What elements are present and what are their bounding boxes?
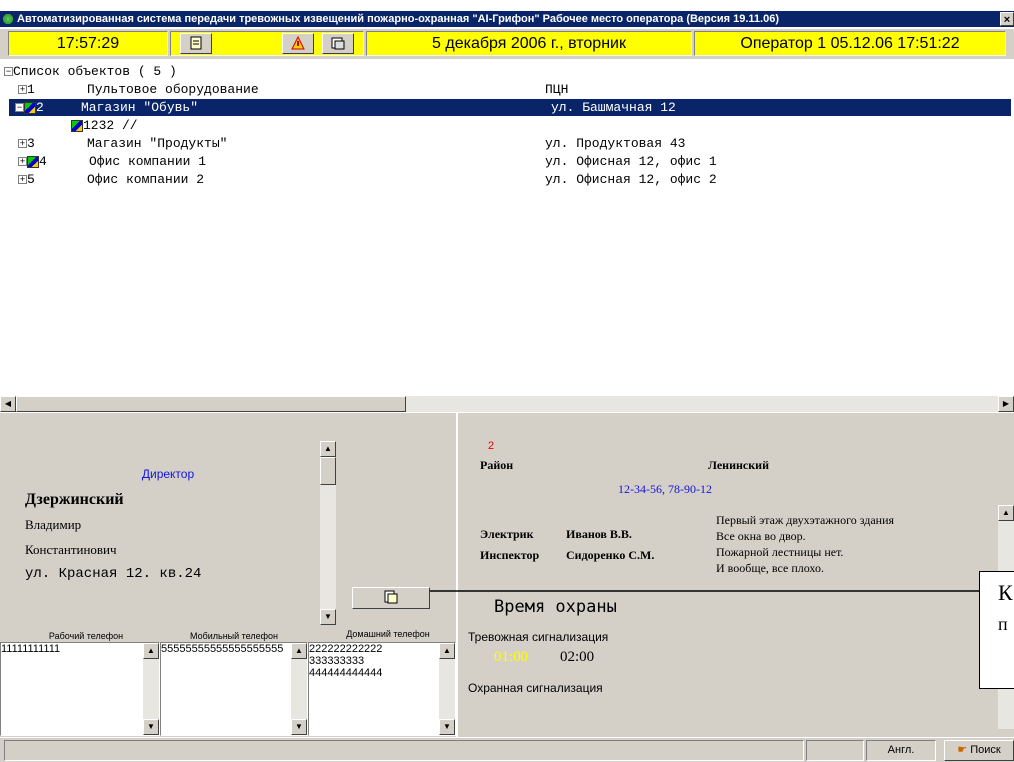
- window-title: Автоматизированная система передачи трев…: [17, 13, 779, 25]
- collapse-icon[interactable]: −: [4, 67, 13, 77]
- scroll-up-icon[interactable]: ▲: [143, 643, 159, 659]
- scrollbar-thumb[interactable]: [16, 396, 406, 412]
- contact-name: Владимир: [25, 517, 82, 532]
- close-button[interactable]: ×: [1000, 12, 1014, 26]
- district-value: Ленинский: [708, 458, 769, 472]
- object-status-icon: [27, 155, 39, 168]
- properties-icon: [331, 37, 345, 50]
- scroll-left-icon[interactable]: ◀: [0, 396, 16, 412]
- notepad-icon: [190, 36, 202, 50]
- clock-display: 17:57:29: [8, 31, 168, 56]
- scroll-down-icon[interactable]: ▼: [320, 609, 336, 625]
- toolbar: 17:57:29 5 декабря 2006 г., вторник Опер…: [0, 29, 1014, 59]
- contact-patronymic: Константинович: [25, 542, 117, 557]
- expand-icon[interactable]: +: [18, 175, 27, 185]
- work-phone-label: Рабочий телефон: [48, 631, 124, 641]
- alarm-label: Тревожная сигнализация: [468, 630, 609, 644]
- contact-address: ул. Красная 12. кв.24: [25, 566, 202, 582]
- object-tree: − Список объектов ( 5 ) +1 Пультовое обору…: [4, 61, 1014, 391]
- tree-row-sub[interactable]: 1232 //: [71, 117, 1014, 134]
- tree-root-label: Список объектов ( 5 ): [13, 64, 177, 79]
- search-icon: ☛: [957, 744, 968, 756]
- expand-icon[interactable]: +: [18, 139, 27, 149]
- electrician-value: Иванов В.В.: [566, 527, 632, 541]
- alert-button[interactable]: [282, 33, 314, 54]
- mobile-phone-label: Мобильный телефон: [189, 631, 279, 641]
- contact-panel: Директор Дзержинский Владимир Константин…: [0, 413, 458, 737]
- contact-vertical-scrollbar[interactable]: ▲ ▼: [320, 441, 336, 625]
- tree-row-1[interactable]: +1 Пультовое оборудование ПЦН: [12, 81, 1014, 98]
- home-phone-scrollbar[interactable]: ▲ ▼: [439, 643, 455, 735]
- details-panel: 2 Район Ленинский 12-34-56, 78-90-12 Эле…: [458, 413, 1014, 737]
- home-phone-label: Домашний телефон: [346, 629, 430, 639]
- callout-box: К п: [979, 571, 1014, 689]
- scroll-down-icon[interactable]: ▼: [439, 719, 455, 735]
- expand-icon[interactable]: +: [18, 85, 27, 95]
- tree-row-5[interactable]: +5 Офис компании 2 ул. Офисная 12, офис 2: [12, 171, 1014, 188]
- alarm-from: 01:00: [494, 649, 529, 665]
- object-number: 2: [488, 440, 495, 452]
- alarm-icon: [291, 35, 305, 50]
- contact-position: Директор: [141, 467, 195, 481]
- contact-surname: Дзержинский: [25, 491, 124, 508]
- scroll-right-icon[interactable]: ▶: [998, 396, 1014, 412]
- scrollbar-thumb[interactable]: [320, 457, 336, 485]
- inspector-label: Инспектор: [480, 548, 540, 562]
- work-phone-scrollbar[interactable]: ▲ ▼: [143, 643, 159, 735]
- card-icon: [384, 590, 398, 604]
- properties-button[interactable]: [322, 33, 354, 54]
- expand-icon[interactable]: +: [18, 157, 27, 167]
- mobile-phone-scrollbar[interactable]: ▲ ▼: [291, 643, 307, 735]
- scroll-up-icon[interactable]: ▲: [291, 643, 307, 659]
- object-notes: Первый этаж двухэтажного здания Все окна…: [716, 513, 895, 575]
- tree-horizontal-scrollbar[interactable]: ◀ ▶: [0, 396, 1014, 412]
- district-label: Район: [480, 458, 514, 472]
- tree-row-2[interactable]: −2 Магазин "Обувь" ул. Башмачная 12: [9, 99, 1011, 116]
- home-phone-field[interactable]: 222222222222 333333333 444444444444 ▲ ▼: [308, 642, 456, 736]
- title-bar: Автоматизированная система передачи трев…: [0, 11, 1014, 27]
- object-status-icon: [24, 101, 36, 114]
- status-bar: Англ. ☛ Поиск: [0, 738, 1014, 762]
- mobile-phone-field[interactable]: 55555555555555555555 ▲ ▼: [160, 642, 308, 736]
- alarm-to: 02:00: [560, 649, 595, 665]
- notes-button[interactable]: [180, 33, 212, 54]
- date-display: 5 декабря 2006 г., вторник: [366, 31, 692, 56]
- scroll-down-icon[interactable]: ▼: [143, 719, 159, 735]
- keyboard-language[interactable]: Англ.: [866, 740, 936, 761]
- card-button[interactable]: [352, 587, 430, 609]
- app-icon: [2, 13, 14, 25]
- search-button[interactable]: ☛ Поиск: [944, 740, 1014, 761]
- status-panel-main: [4, 740, 804, 761]
- status-panel-empty: [806, 740, 864, 761]
- operator-display: Оператор 1 05.12.06 17:51:22: [694, 31, 1006, 56]
- collapse-icon[interactable]: −: [15, 103, 24, 113]
- scroll-up-icon[interactable]: ▲: [439, 643, 455, 659]
- scroll-down-icon[interactable]: ▼: [291, 719, 307, 735]
- tree-row-3[interactable]: +3 Магазин "Продукты" ул. Продуктовая 43: [12, 135, 1014, 152]
- work-phone-field[interactable]: 11111111111 ▲ ▼: [0, 642, 160, 736]
- scroll-up-icon[interactable]: ▲: [320, 441, 336, 457]
- object-phones: 12-34-56, 78-90-12: [618, 482, 712, 496]
- security-label: Охранная сигнализация: [468, 681, 603, 695]
- guard-time-label: Время охраны: [494, 597, 617, 617]
- tree-row-4[interactable]: +4 Офис компании 1 ул. Офисная 12, офис 1: [12, 153, 1014, 170]
- inspector-value: Сидоренко С.М.: [566, 548, 655, 562]
- object-status-icon: [71, 119, 83, 132]
- scroll-up-icon[interactable]: ▲: [998, 505, 1014, 521]
- electrician-label: Электрик: [480, 527, 534, 541]
- tree-root[interactable]: − Список объектов ( 5 ): [4, 63, 1006, 80]
